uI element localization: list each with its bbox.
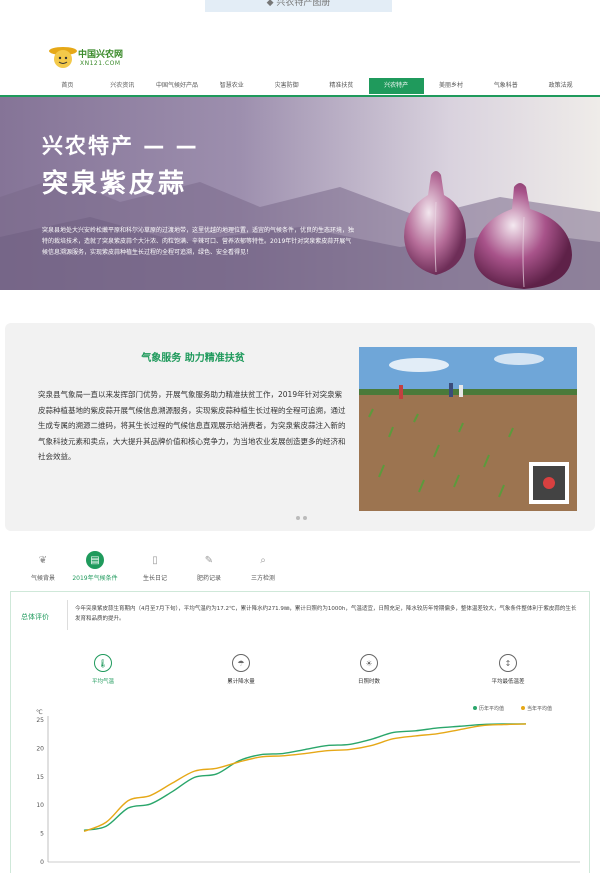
series-line bbox=[83, 723, 527, 832]
hero-description: 突泉县地处大兴安岭松嫩平原和科尔沁草原的过渡地带，这里优越的地理位置，适宜的气候… bbox=[42, 227, 355, 256]
tab-label: 三方检测 bbox=[250, 575, 275, 582]
temperature-chart: ℃ 0 5 10 15 20 25 历年平均值 当年平均值 bbox=[36, 705, 580, 866]
legend-marker bbox=[521, 706, 525, 710]
nav-item[interactable]: 兴农资讯 bbox=[95, 78, 150, 94]
rain-cloud-icon: ☂ bbox=[232, 654, 250, 672]
nav-item[interactable]: 首页 bbox=[40, 78, 95, 94]
metric-item[interactable]: 🌡︎ 平均气温 bbox=[63, 654, 143, 685]
carousel-dots[interactable] bbox=[296, 516, 307, 520]
tab-item[interactable]: ⌕ 三方检测 bbox=[238, 551, 288, 583]
y-tick-label: 25 bbox=[36, 717, 44, 724]
nav-item[interactable]: 精准扶贫 bbox=[314, 78, 369, 94]
nav-item[interactable]: 灾害防御 bbox=[259, 78, 314, 94]
temperature-range-icon: ↕ bbox=[499, 654, 517, 672]
thermometer-icon: 🌡︎ bbox=[94, 654, 112, 672]
metric-item[interactable]: ☂ 累计降水量 bbox=[201, 654, 281, 685]
poverty-alleviation-card: 气象服务 助力精准扶贫 突泉县气象局一直以来发挥部门优势，开展气象服务助力精准扶… bbox=[5, 323, 595, 531]
garlic-image bbox=[404, 171, 572, 289]
tab-label: 肥药记录 bbox=[196, 575, 221, 582]
series-line bbox=[83, 723, 527, 831]
tab-label: 气候背景 bbox=[30, 575, 55, 582]
tab-item[interactable]: ▯ 生长日记 bbox=[130, 551, 180, 583]
logo-face-icon bbox=[49, 47, 77, 68]
legend-label: 当年平均值 bbox=[527, 705, 552, 712]
evaluation-text: 今年突泉紫皮蒜生育期内（4月至7月下旬），平均气温约为17.2℃，累计降水约27… bbox=[75, 606, 577, 622]
field-photo bbox=[359, 347, 577, 511]
metric-label: 日照时数 bbox=[357, 679, 380, 685]
site-logo[interactable]: 中国兴农网 XN121.COM bbox=[48, 42, 148, 76]
calendar-chart-icon: ▤ bbox=[86, 551, 104, 569]
hero-banner: 兴农特产 — — 突泉紫皮蒜 突泉县地处大兴安岭松嫩平原和科尔沁草原的过渡地带，… bbox=[0, 97, 600, 290]
nav-item[interactable]: 兴农特产 bbox=[368, 78, 424, 94]
sun-icon: ☀ bbox=[360, 654, 378, 672]
fertilizer-icon: ✎ bbox=[204, 554, 214, 566]
magnifier-icon: ⌕ bbox=[260, 554, 266, 566]
section-tabs: ❦ 气候背景 ▤ 2019年气候条件 ▯ 生长日记 ✎ 肥药记录 ⌕ 三方检测 bbox=[18, 551, 278, 585]
caption-text: ◆ 兴农特产图册 bbox=[266, 0, 331, 8]
nav-item[interactable]: 美丽乡村 bbox=[424, 78, 479, 94]
y-axis-unit: ℃ bbox=[36, 709, 43, 716]
tab-item[interactable]: ✎ 肥药记录 bbox=[184, 551, 234, 583]
site-header: 中国兴农网 XN121.COM 首页 兴农资讯 中国气候好产品 智慧农业 灾害防御 精准扶… bbox=[0, 38, 600, 98]
nav-item[interactable]: 智慧农业 bbox=[204, 78, 259, 94]
diary-icon: ▯ bbox=[152, 554, 158, 566]
legend-label: 历年平均值 bbox=[479, 705, 504, 712]
tab-item[interactable]: ▤ 2019年气候条件 bbox=[70, 551, 120, 582]
metric-item[interactable]: ↕ 平均最低温差 bbox=[468, 654, 548, 685]
y-tick-label: 10 bbox=[36, 802, 44, 809]
metric-label: 平均气温 bbox=[91, 679, 114, 685]
evaluation-label: 总体评价 bbox=[21, 613, 49, 621]
metric-item[interactable]: ☀ 日照时数 bbox=[329, 654, 409, 685]
nav-item[interactable]: 政策法规 bbox=[533, 78, 588, 94]
hero-title: 兴农特产 — — bbox=[42, 134, 199, 158]
evaluation-divider bbox=[67, 600, 68, 630]
y-tick-label: 5 bbox=[40, 831, 44, 838]
metric-label: 平均最低温差 bbox=[491, 679, 525, 685]
metric-label: 累计降水量 bbox=[227, 679, 255, 685]
legend-marker bbox=[473, 706, 477, 710]
nav-item[interactable]: 气象科普 bbox=[478, 78, 533, 94]
tab-item[interactable]: ❦ 气候背景 bbox=[18, 551, 68, 583]
y-tick-label: 15 bbox=[36, 774, 44, 781]
main-nav: 首页 兴农资讯 中国气候好产品 智慧农业 灾害防御 精准扶贫 兴农特产 美丽乡村 气象科普 政策法… bbox=[40, 78, 588, 94]
card-text: 突泉县气象局一直以来发挥部门优势，开展气象服务助力精准扶贫工作，2019年针对突… bbox=[38, 390, 346, 461]
card-title: 气象服务 助力精准扶贫 bbox=[141, 353, 245, 364]
farm-field-image bbox=[359, 347, 577, 511]
nav-item[interactable]: 中国气候好产品 bbox=[150, 78, 205, 94]
tab-label: 生长日记 bbox=[142, 575, 167, 582]
hero-subtitle: 突泉紫皮蒜 bbox=[42, 169, 188, 199]
leaf-icon: ❦ bbox=[38, 554, 48, 566]
logo-domain: XN121.COM bbox=[80, 60, 121, 67]
caption-bar: ◆ 兴农特产图册 bbox=[205, 0, 392, 12]
y-tick-label: 20 bbox=[36, 745, 44, 752]
carousel-dot[interactable] bbox=[296, 516, 300, 520]
tab-label: 2019年气候条件 bbox=[72, 575, 118, 582]
y-tick-label: 0 bbox=[40, 859, 44, 866]
logo-name: 中国兴农网 bbox=[78, 50, 124, 60]
carousel-dot[interactable] bbox=[303, 516, 307, 520]
